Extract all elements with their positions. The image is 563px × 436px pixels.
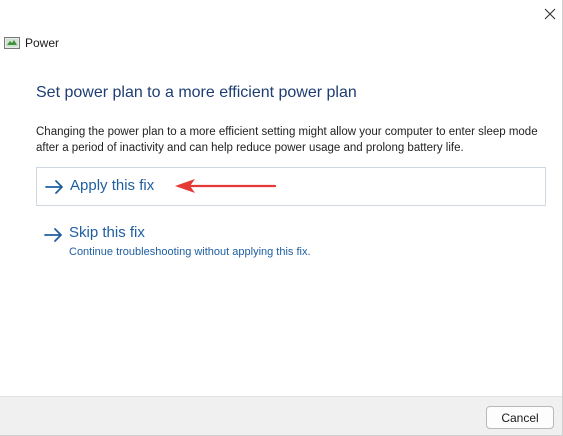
skip-fix-label: Skip this fix xyxy=(69,224,145,241)
page-heading: Set power plan to a more efficient power… xyxy=(36,84,357,101)
dialog-footer: Cancel xyxy=(0,396,562,435)
close-icon xyxy=(544,8,556,20)
red-arrow-annotation xyxy=(175,179,277,193)
page-description: Changing the power plan to a more effici… xyxy=(36,126,538,154)
apply-fix-button[interactable]: Apply this fix xyxy=(36,167,546,206)
arrow-right-icon xyxy=(44,228,62,242)
arrow-right-icon xyxy=(45,180,63,194)
troubleshooter-window: Power Set power plan to a more efficient… xyxy=(0,0,563,436)
skip-fix-sublabel: Continue troubleshooting without applyin… xyxy=(69,246,311,258)
window-title: Power xyxy=(25,36,60,50)
troubleshooter-icon xyxy=(4,37,20,49)
close-button[interactable] xyxy=(540,4,560,24)
cancel-button[interactable]: Cancel xyxy=(486,406,554,429)
skip-fix-button[interactable]: Skip this fix Continue troubleshooting w… xyxy=(36,222,366,262)
apply-fix-label: Apply this fix xyxy=(70,177,155,194)
